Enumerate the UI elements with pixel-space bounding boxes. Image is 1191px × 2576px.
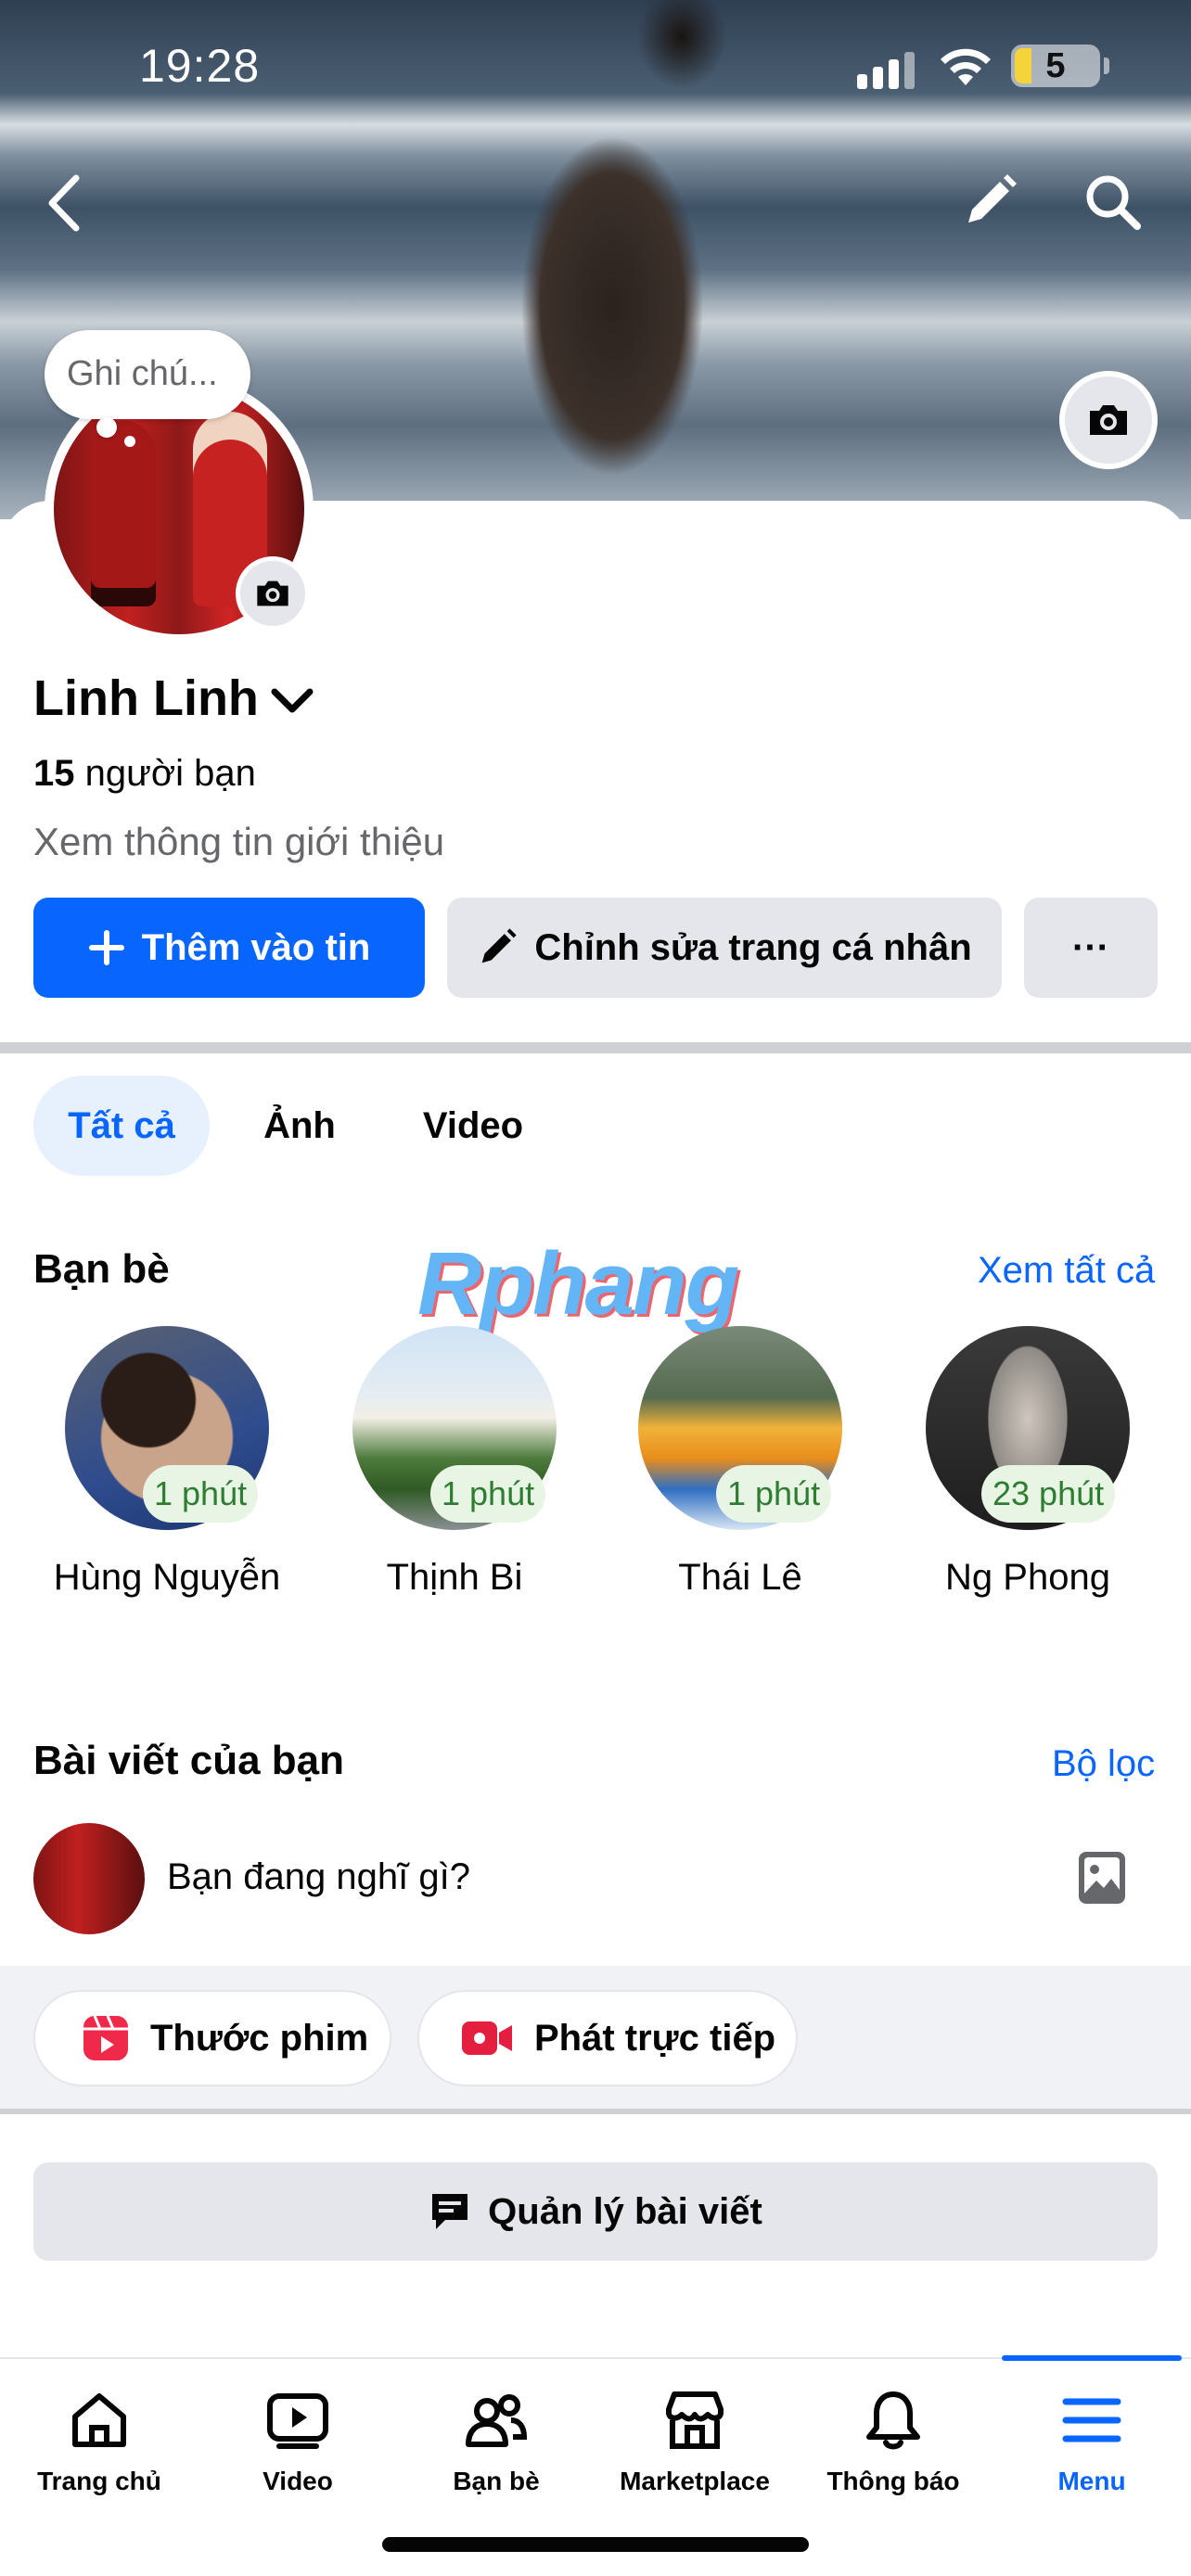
tab-videos[interactable]: Video (390, 1076, 557, 1176)
manage-posts-icon (432, 2194, 468, 2229)
add-to-story-button[interactable]: Thêm vào tin (33, 898, 425, 998)
friend-name: Thái Lê (678, 1557, 802, 1598)
nav-label: Menu (1057, 2467, 1126, 2495)
nav-item-menu[interactable]: Menu (992, 2387, 1191, 2496)
nav-label: Bạn bè (453, 2467, 540, 2495)
nav-active-indicator (1002, 2355, 1182, 2361)
bell-icon (866, 2391, 920, 2450)
more-options-icon: ··· (1072, 926, 1109, 968)
friends-count-number: 15 (33, 753, 75, 794)
cellular-signal-icon (857, 52, 915, 89)
edit-profile-label: Chỉnh sửa trang cá nhân (534, 926, 972, 968)
active-status-badge: 1 phút (716, 1465, 832, 1523)
nav-item-video[interactable]: Video (198, 2387, 397, 2496)
intro-link[interactable]: Xem thông tin giới thiệu (33, 820, 444, 864)
pencil-icon[interactable] (961, 172, 1018, 230)
friends-icon (466, 2394, 528, 2447)
video-icon (267, 2393, 328, 2449)
reels-label: Thước phim (150, 2017, 369, 2059)
see-all-friends-link[interactable]: Xem tất cả (978, 1250, 1155, 1292)
wifi-icon (941, 48, 991, 85)
photo-icon[interactable] (1076, 1849, 1128, 1906)
chevron-down-icon[interactable] (269, 682, 315, 720)
section-divider (0, 2109, 1191, 2114)
watermark: Rphang (417, 1234, 739, 1333)
note-bubble-tail (96, 417, 117, 438)
more-options-button[interactable]: ··· (1024, 898, 1158, 998)
section-divider (0, 1042, 1191, 1053)
friends-count[interactable]: 15 người bạn (33, 753, 256, 795)
cover-camera-button[interactable] (1059, 371, 1158, 469)
friend-name: Ng Phong (945, 1557, 1110, 1598)
menu-icon (1062, 2398, 1121, 2442)
reels-button[interactable]: Thước phim (33, 1990, 391, 2086)
friends-section-title: Bạn bè (33, 1246, 170, 1292)
reels-icon (83, 2015, 128, 2060)
note-placeholder: Ghi chú... (67, 354, 218, 393)
live-video-button[interactable]: Phát trực tiếp (417, 1990, 798, 2086)
friends-count-suffix: người bạn (74, 753, 256, 794)
nav-label: Thông báo (826, 2467, 960, 2495)
edit-profile-button[interactable]: Chỉnh sửa trang cá nhân (447, 898, 1002, 998)
live-video-icon (462, 2021, 512, 2055)
nav-item-notifications[interactable]: Thông báo (794, 2387, 992, 2496)
active-status-badge: 1 phút (430, 1465, 546, 1523)
tab-all[interactable]: Tất cả (33, 1076, 210, 1176)
home-indicator[interactable] (382, 2537, 809, 2552)
marketplace-icon (666, 2391, 724, 2449)
active-status-badge: 23 phút (981, 1465, 1116, 1523)
friend-name: Hùng Nguyễn (53, 1557, 281, 1598)
nav-label: Marketplace (620, 2467, 770, 2495)
filter-link[interactable]: Bộ lọc (1052, 1743, 1155, 1785)
plus-icon (88, 930, 124, 965)
battery-indicator: 5 (1011, 45, 1109, 87)
composer-prompt[interactable]: Bạn đang nghĩ gì? (167, 1856, 470, 1898)
note-bubble-tail-small (124, 436, 135, 447)
home-icon (72, 2393, 126, 2447)
nav-label: Trang chủ (37, 2467, 161, 2495)
nav-item-friends[interactable]: Bạn bè (397, 2387, 596, 2496)
avatar-camera-button[interactable] (236, 556, 310, 631)
camera-icon (1090, 405, 1127, 435)
live-video-label: Phát trực tiếp (534, 2017, 776, 2059)
friend-name: Thịnh Bi (386, 1557, 523, 1598)
add-to-story-label: Thêm vào tin (141, 926, 371, 968)
posts-section-title: Bài viết của bạn (33, 1738, 345, 1783)
profile-sheet (0, 501, 1191, 2576)
manage-posts-label: Quản lý bài viết (488, 2190, 762, 2232)
active-status-badge: 1 phút (143, 1465, 259, 1523)
tab-photos[interactable]: Ảnh (239, 1076, 360, 1176)
note-bubble[interactable]: Ghi chú... (45, 330, 250, 419)
manage-posts-button[interactable]: Quản lý bài viết (33, 2162, 1158, 2261)
back-arrow-icon[interactable] (43, 171, 89, 236)
nav-item-marketplace[interactable]: Marketplace (596, 2387, 794, 2496)
nav-label: Video (263, 2467, 333, 2495)
search-icon[interactable] (1083, 172, 1143, 232)
profile-name[interactable]: Linh Linh (33, 670, 259, 727)
nav-item-home[interactable]: Trang chủ (0, 2387, 198, 2496)
camera-icon (257, 580, 288, 606)
composer-avatar[interactable] (33, 1823, 145, 1934)
status-time: 19:28 (139, 40, 261, 92)
pencil-icon (482, 928, 517, 963)
